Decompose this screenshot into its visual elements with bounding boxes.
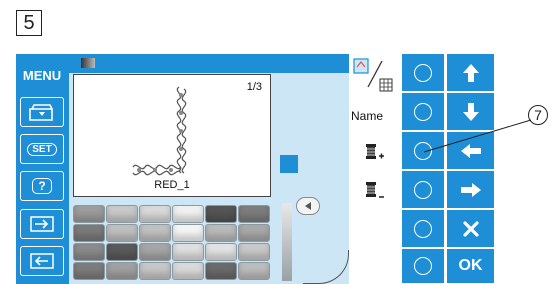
palette-color-cell[interactable] <box>139 243 171 261</box>
left-button[interactable] <box>446 132 494 170</box>
up-button[interactable] <box>446 54 494 92</box>
palette-color-cell[interactable] <box>172 224 204 242</box>
palette-color-cell[interactable] <box>139 262 171 280</box>
screen-title-bar <box>69 54 349 73</box>
palette-scrollbar[interactable] <box>282 203 292 281</box>
palette-color-cell[interactable] <box>106 205 138 223</box>
palette-color-cell[interactable] <box>172 243 204 261</box>
circle-icon <box>414 180 432 199</box>
menu-button[interactable]: MENU <box>20 60 64 90</box>
arrow-left-icon <box>460 143 481 158</box>
page-indicator: 1/3 <box>246 81 262 93</box>
thread-spool-plus-icon <box>366 144 384 159</box>
move-button[interactable] <box>20 209 64 239</box>
main-screen: 1/3 RED_1 <box>69 54 349 284</box>
thread-bar-icon <box>81 58 95 68</box>
color-palette <box>73 205 271 283</box>
function-icon-column: Name <box>349 54 401 284</box>
palette-color-cell[interactable] <box>172 205 204 223</box>
palette-color-cell[interactable] <box>172 262 204 280</box>
name-label: Name <box>351 109 384 123</box>
pattern-preview[interactable]: 1/3 RED_1 <box>73 74 271 197</box>
circle-icon <box>414 63 432 82</box>
palette-color-cell[interactable] <box>106 262 138 280</box>
down-button[interactable] <box>446 93 494 131</box>
palette-color-cell[interactable] <box>238 262 270 280</box>
screen-corner-outline <box>303 250 349 284</box>
palette-color-cell[interactable] <box>205 243 237 261</box>
help-label: ? <box>32 178 52 194</box>
close-icon <box>462 220 479 237</box>
palette-color-cell[interactable] <box>106 243 138 261</box>
arrow-down-icon <box>462 102 479 121</box>
right-button[interactable] <box>446 171 494 209</box>
set-button[interactable]: SET <box>20 134 64 164</box>
pattern-name-label: RED_1 <box>154 179 190 191</box>
palette-color-cell[interactable] <box>73 224 105 242</box>
palette-color-cell[interactable] <box>205 262 237 280</box>
palette-color-cell[interactable] <box>106 224 138 242</box>
circle-button-6[interactable] <box>401 249 444 284</box>
palette-color-cell[interactable] <box>139 205 171 223</box>
embroidery-pattern-image <box>132 86 187 176</box>
circle-button-2[interactable] <box>401 93 444 131</box>
circle-icon <box>414 141 432 160</box>
circle-icon <box>414 102 432 121</box>
arrow-right-icon <box>460 182 481 197</box>
step-number-box: 5 <box>16 10 42 36</box>
circle-button-1[interactable] <box>401 54 444 92</box>
palette-color-cell[interactable] <box>205 205 237 223</box>
folder-icon <box>29 104 53 121</box>
return-arrow-icon <box>30 253 54 269</box>
arrow-up-icon <box>462 63 479 82</box>
palette-color-cell[interactable] <box>238 243 270 261</box>
return-button[interactable] <box>20 246 64 276</box>
help-button[interactable]: ? <box>20 171 64 201</box>
ok-button[interactable]: OK <box>446 249 494 284</box>
circle-button-3[interactable] <box>401 132 444 170</box>
arrow-box-icon <box>30 216 54 232</box>
palette-color-cell[interactable] <box>238 224 270 242</box>
open-folder-button[interactable] <box>20 97 64 127</box>
current-color-swatch <box>280 155 298 173</box>
thread-spool-minus-icon <box>366 182 384 198</box>
callout-number: 7 <box>528 105 548 125</box>
palette-color-cell[interactable] <box>73 205 105 223</box>
palette-color-cell[interactable] <box>73 262 105 280</box>
circle-icon <box>414 257 432 275</box>
cancel-button[interactable] <box>446 210 494 248</box>
circle-icon <box>414 219 432 238</box>
set-label: SET <box>27 142 57 156</box>
palette-color-cell[interactable] <box>73 243 105 261</box>
scroll-left-button[interactable] <box>296 197 320 215</box>
circle-button-5[interactable] <box>401 210 444 248</box>
palette-color-cell[interactable] <box>205 224 237 242</box>
triangle-left-icon <box>305 202 311 210</box>
palette-color-cell[interactable] <box>139 224 171 242</box>
palette-color-cell[interactable] <box>238 205 270 223</box>
left-button-panel: MENU SET ? <box>16 54 69 284</box>
circle-button-4[interactable] <box>401 171 444 209</box>
edit-grid-icon[interactable] <box>352 57 396 93</box>
